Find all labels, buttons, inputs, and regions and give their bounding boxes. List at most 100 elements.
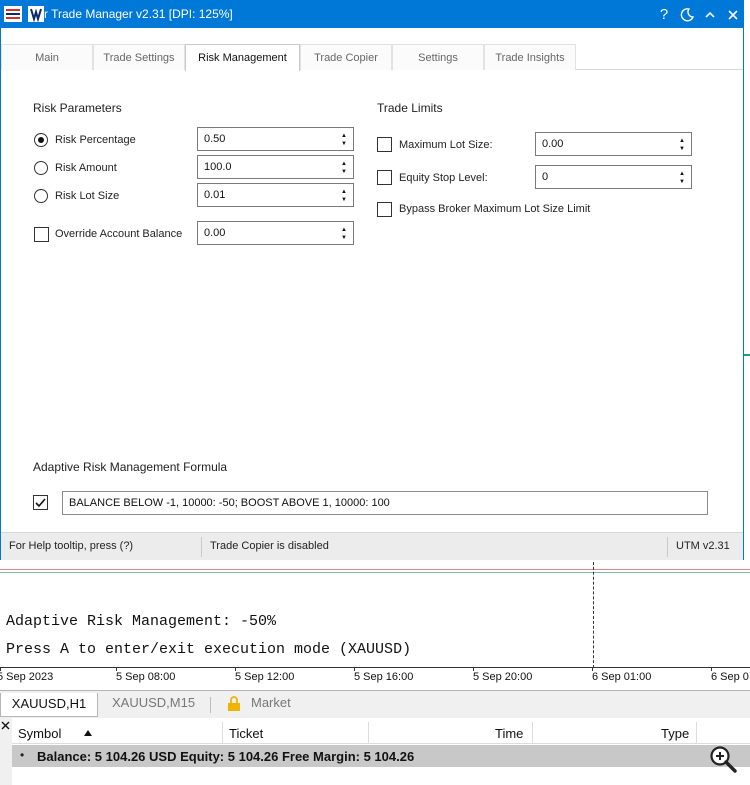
trade-limits-title: Trade Limits: [377, 101, 443, 115]
trade-copier-status: Trade Copier is disabled: [210, 540, 329, 552]
col-divider: [222, 722, 223, 744]
adaptive-formula-text: BALANCE BELOW -1, 10000: -50; BOOST ABOV…: [69, 497, 390, 509]
trade-manager-window: r Trade Manager v2.31 [DPI: 125%] ? Main…: [0, 0, 744, 560]
risk-lot-size-input[interactable]: 0.01 ▲ ▼: [197, 183, 354, 207]
spin-down-icon[interactable]: ▼: [339, 141, 349, 147]
price-line-red: [0, 569, 750, 570]
time-label: 6 Sep 01:00: [592, 671, 652, 683]
spin-down-icon[interactable]: ▼: [339, 169, 349, 175]
time-label: 5 Sep 12:00: [235, 671, 295, 683]
close-button[interactable]: [722, 4, 744, 26]
app-logo-icon: [28, 6, 44, 22]
time-label: 5 Sep 20:00: [473, 671, 533, 683]
override-balance-input[interactable]: 0.00 ▲ ▼: [197, 221, 354, 245]
terminal-root: r Trade Manager v2.31 [DPI: 125%] ? Main…: [0, 0, 750, 785]
risk-lot-size-label: Risk Lot Size: [55, 190, 120, 202]
app-menu-icon[interactable]: [4, 6, 22, 22]
status-divider: [667, 537, 668, 557]
risk-percentage-label: Risk Percentage: [55, 134, 136, 146]
risk-percentage-value: 0.50: [204, 133, 226, 145]
balance-row[interactable]: • Balance: 5 104.26 USD Equity: 5 104.26…: [12, 745, 750, 767]
price-line-teal: [0, 572, 750, 573]
spin-up-icon[interactable]: ▲: [677, 138, 687, 144]
status-bar: For Help tooltip, press (?) Trade Copier…: [1, 532, 743, 560]
chevron-up-icon: [705, 11, 715, 18]
override-balance-label: Override Account Balance: [55, 228, 183, 240]
tab-bar: Main Trade Settings Risk Management Trad…: [1, 44, 743, 71]
bypass-limit-checkbox[interactable]: [377, 202, 392, 217]
title-bar[interactable]: r Trade Manager v2.31 [DPI: 125%] ?: [1, 1, 743, 28]
risk-percentage-radio[interactable]: [34, 133, 48, 147]
max-lot-checkbox[interactable]: [377, 137, 392, 152]
close-icon: [728, 10, 738, 20]
execution-mode-hint: Press A to enter/exit execution mode (XA…: [6, 641, 412, 658]
tab-risk-management[interactable]: Risk Management: [185, 44, 300, 71]
risk-percentage-input[interactable]: 0.50 ▲ ▼: [197, 127, 354, 151]
window-title: r Trade Manager v2.31 [DPI: 125%]: [44, 7, 233, 21]
status-divider: [201, 537, 202, 557]
adaptive-formula-checkbox[interactable]: [33, 495, 48, 510]
tab-xauusd-m15[interactable]: XAUUSD,M15: [112, 695, 195, 710]
collapse-button[interactable]: [699, 4, 721, 26]
risk-lot-size-value: 0.01: [204, 189, 226, 201]
chart-tabs-bar: XAUUSD,H1 XAUUSD,M15 Market: [0, 690, 750, 718]
crosshair-vertical: [593, 562, 594, 668]
risk-amount-input[interactable]: 100.0 ▲ ▼: [197, 155, 354, 179]
equity-stop-value: 0: [542, 171, 549, 183]
time-label: 5 Sep 08:00: [116, 671, 176, 683]
override-balance-checkbox[interactable]: [34, 227, 49, 242]
tab-divider: [210, 697, 211, 713]
zoom-in-icon[interactable]: [708, 744, 738, 774]
col-divider: [368, 722, 369, 744]
risk-parameters-title: Risk Parameters: [33, 101, 122, 115]
col-type[interactable]: Type: [661, 726, 689, 741]
spin-up-icon[interactable]: ▲: [339, 227, 349, 233]
moon-icon: [680, 8, 695, 22]
time-axis: [0, 667, 750, 668]
tab-main[interactable]: Main: [1, 44, 93, 70]
risk-amount-value: 100.0: [204, 161, 232, 173]
risk-amount-label: Risk Amount: [55, 162, 117, 174]
col-time[interactable]: Time: [495, 726, 523, 741]
time-label: 5 Sep 16:00: [354, 671, 414, 683]
table-header: Symbol Ticket Time Type: [12, 722, 750, 744]
spin-down-icon[interactable]: ▼: [677, 179, 687, 185]
spin-down-icon[interactable]: ▼: [339, 235, 349, 241]
tab-trade-copier[interactable]: Trade Copier: [300, 44, 392, 70]
spin-up-icon[interactable]: ▲: [339, 133, 349, 139]
tab-settings[interactable]: Settings: [392, 44, 484, 70]
adaptive-formula-title: Adaptive Risk Management Formula: [33, 460, 228, 474]
max-lot-value: 0.00: [542, 138, 564, 150]
equity-stop-checkbox[interactable]: [377, 170, 392, 185]
bypass-limit-label: Bypass Broker Maximum Lot Size Limit: [399, 203, 591, 215]
help-tooltip-status: For Help tooltip, press (?): [9, 540, 134, 552]
col-ticket[interactable]: Ticket: [229, 726, 263, 741]
col-divider: [532, 722, 533, 744]
time-label: 5 Sep 2023: [0, 671, 54, 683]
spin-up-icon[interactable]: ▲: [339, 161, 349, 167]
toolbox-strip: [0, 718, 12, 785]
spin-up-icon[interactable]: ▲: [339, 189, 349, 195]
risk-lot-size-radio[interactable]: [34, 189, 48, 203]
tab-trade-insights[interactable]: Trade Insights: [484, 44, 576, 70]
help-button[interactable]: ?: [653, 4, 675, 26]
adaptive-formula-input[interactable]: BALANCE BELOW -1, 10000: -50; BOOST ABOV…: [62, 491, 708, 515]
override-balance-value: 0.00: [204, 227, 226, 239]
spin-down-icon[interactable]: ▼: [339, 197, 349, 203]
tab-market[interactable]: Market: [251, 695, 291, 710]
max-lot-input[interactable]: 0.00 ▲ ▼: [535, 132, 692, 156]
risk-amount-radio[interactable]: [34, 161, 48, 175]
time-label: 6 Sep 0: [711, 671, 749, 683]
col-symbol[interactable]: Symbol: [18, 726, 61, 741]
price-marker: [744, 354, 750, 356]
spin-down-icon[interactable]: ▼: [677, 146, 687, 152]
spin-up-icon[interactable]: ▲: [677, 171, 687, 177]
equity-stop-label: Equity Stop Level:: [399, 172, 488, 184]
equity-stop-input[interactable]: 0 ▲ ▼: [535, 165, 692, 189]
tab-trade-settings[interactable]: Trade Settings: [93, 44, 185, 70]
balance-summary: Balance: 5 104.26 USD Equity: 5 104.26 F…: [37, 749, 415, 764]
theme-toggle-button[interactable]: [676, 4, 698, 26]
tab-xauusd-h1[interactable]: XAUUSD,H1: [0, 693, 98, 717]
close-icon[interactable]: [1, 721, 10, 730]
version-status: UTM v2.31: [676, 540, 730, 552]
